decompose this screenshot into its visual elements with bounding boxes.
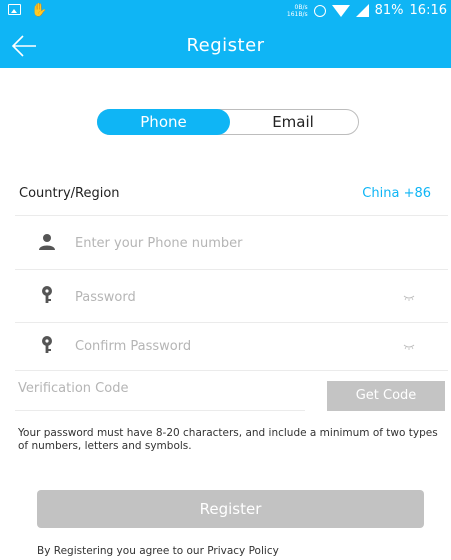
country-region-label: Country/Region [19, 186, 120, 201]
key-icon [42, 336, 52, 353]
register-method-tabs: Phone Email [97, 109, 359, 135]
password-hint: Your password must have 8-20 characters,… [18, 427, 438, 452]
privacy-policy-text[interactable]: By Registering you agree to our Privacy … [37, 545, 279, 557]
wifi-icon [331, 4, 350, 17]
status-bar: ✋ 0B/s 161B/s 81% 16:16 [0, 0, 451, 24]
battery-level: 81% [374, 3, 404, 18]
verification-code-input[interactable]: Verification Code [18, 381, 128, 396]
app-bar: Register [0, 24, 451, 68]
divider [15, 370, 448, 371]
password-input[interactable]: Password [75, 290, 136, 305]
alarm-icon [313, 4, 326, 17]
hide-confirm-password-icon[interactable] [403, 344, 415, 350]
divider [15, 215, 448, 216]
register-button[interactable]: Register [37, 490, 424, 528]
hand-notification-icon: ✋ [31, 3, 48, 18]
phone-input[interactable]: Enter your Phone number [75, 236, 243, 251]
hide-password-icon[interactable] [403, 295, 415, 301]
divider [15, 269, 448, 270]
key-icon [42, 286, 52, 303]
confirm-password-input[interactable]: Confirm Password [75, 339, 191, 354]
divider [15, 322, 448, 323]
image-notification-icon [8, 4, 21, 15]
net-speed-down: 161B/s [286, 10, 308, 18]
net-speed: 0B/s 161B/s [287, 4, 308, 18]
tab-phone[interactable]: Phone [97, 109, 230, 135]
clock: 16:16 [409, 3, 447, 18]
cell-signal-icon [355, 4, 369, 17]
page-title: Register [186, 35, 265, 56]
divider [15, 410, 305, 411]
country-region-selector[interactable]: China +86 [362, 186, 431, 201]
tab-email[interactable]: Email [228, 109, 358, 135]
user-icon [39, 234, 55, 250]
net-speed-up: 0B/s [294, 3, 308, 11]
get-code-button[interactable]: Get Code [327, 381, 445, 411]
